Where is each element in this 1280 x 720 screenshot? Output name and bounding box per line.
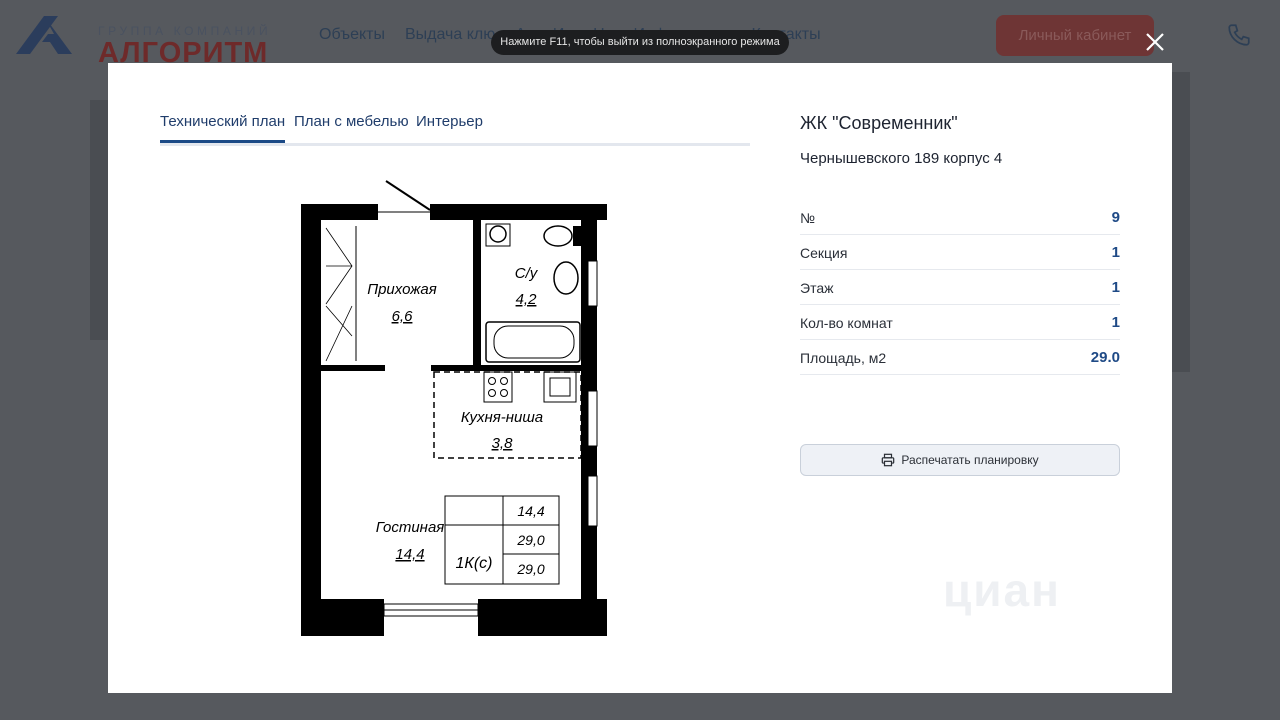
param-value: 1 — [1111, 314, 1120, 331]
param-label: Этаж — [800, 280, 834, 296]
total-living-area: 14,4 — [517, 503, 544, 519]
print-layout-label: Распечатать планировку — [901, 453, 1039, 467]
building-address: Чернышевского 189 корпус 4 — [800, 150, 1003, 167]
room-area-hall: 6,6 — [392, 308, 414, 325]
print-layout-button[interactable]: Распечатать планировку — [800, 444, 1120, 476]
logo-subtitle: ГРУППА КОМПАНИЙ — [98, 24, 272, 38]
param-value: 1 — [1111, 244, 1120, 261]
kitchen-sink-icon — [543, 371, 577, 403]
stove-icon — [483, 371, 513, 403]
param-value: 29.0 — [1090, 349, 1120, 366]
apartment-type-label: 1К(с) — [456, 555, 493, 572]
param-label: Кол-во комнат — [800, 315, 893, 331]
room-label-bath: С/у — [515, 265, 539, 282]
param-value: 1 — [1111, 279, 1120, 296]
apartment-params: № 9 Секция 1 Этаж 1 Кол-во комнат 1 Площ… — [800, 200, 1120, 375]
background-card-right — [1172, 72, 1190, 372]
param-value: 9 — [1111, 209, 1120, 226]
nav-item-objects[interactable]: Объекты — [319, 26, 385, 44]
room-area-bath: 4,2 — [516, 291, 538, 308]
wall-left — [301, 204, 321, 636]
logo-mark-icon — [16, 16, 72, 54]
background-card-left — [90, 100, 108, 340]
param-label: Площадь, м2 — [800, 350, 887, 366]
room-area-kitchen: 3,8 — [492, 435, 514, 452]
phone-icon[interactable] — [1226, 22, 1252, 48]
param-label: № — [800, 210, 816, 226]
plan-tabs: Технический план План с мебелью Интерьер — [160, 113, 750, 146]
room-label-living: Гостиная — [376, 519, 445, 536]
param-label: Секция — [800, 245, 848, 261]
wall-bottom-right — [478, 599, 607, 636]
param-row-number: № 9 — [800, 200, 1120, 235]
layout-modal: Технический план План с мебелью Интерьер — [108, 63, 1172, 693]
total-area: 29,0 — [516, 532, 544, 548]
sink-icon — [553, 261, 579, 295]
param-row-floor: Этаж 1 — [800, 270, 1120, 305]
fullscreen-notice: Нажмите F11, чтобы выйти из полноэкранно… — [491, 30, 789, 55]
personal-cabinet-button[interactable]: Личный кабинет — [996, 15, 1154, 56]
tab-technical-plan[interactable]: Технический план — [160, 113, 286, 143]
total-area-with-balcony: 29,0 — [516, 561, 544, 577]
tab-furniture-plan[interactable]: План с мебелью — [294, 113, 409, 130]
printer-icon — [882, 453, 895, 467]
floor-plan: Прихожая 6,6 С/у 4,2 Кухня-ниша 3,8 Гост… — [301, 180, 607, 636]
param-row-area: Площадь, м2 29.0 — [800, 340, 1120, 375]
close-icon[interactable] — [1143, 30, 1167, 54]
company-logo[interactable]: ГРУППА КОМПАНИЙ АЛГОРИТМ — [14, 12, 274, 69]
toilet-icon — [543, 225, 573, 247]
room-label-hall: Прихожая — [367, 281, 437, 298]
nav-item-keys[interactable]: Выдача клю — [405, 26, 495, 44]
wall-bottom-left — [301, 599, 384, 636]
tab-interior[interactable]: Интерьер — [416, 113, 483, 130]
complex-title: ЖК "Современник" — [800, 113, 958, 133]
room-label-kitchen: Кухня-ниша — [461, 409, 543, 426]
wall-bath-kitchen — [431, 365, 581, 371]
wall-hall-bath — [473, 220, 481, 370]
wall-hall-living — [321, 365, 385, 371]
cian-watermark: циан — [943, 564, 1061, 616]
room-area-living: 14,4 — [395, 546, 424, 563]
wall-top — [301, 204, 607, 220]
param-row-section: Секция 1 — [800, 235, 1120, 270]
param-row-rooms: Кол-во комнат 1 — [800, 305, 1120, 340]
floor-drain-icon — [489, 225, 507, 243]
